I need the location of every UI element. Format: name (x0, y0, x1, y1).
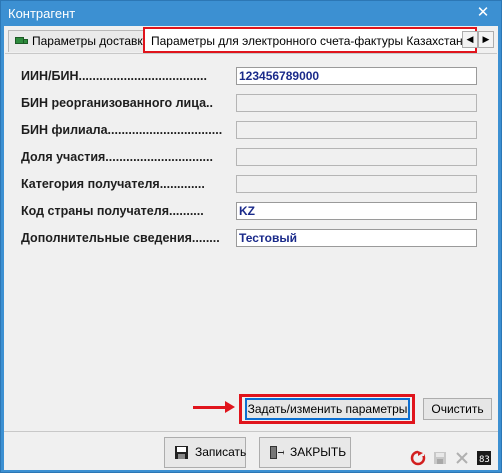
disk-icon[interactable] (432, 450, 448, 466)
tab-panel: ИИН/БИН.................................… (5, 53, 497, 428)
window-title: Контрагент (8, 6, 76, 21)
tab-delivery-params[interactable]: Параметры доставки (8, 30, 157, 52)
annotation-arrow (193, 406, 227, 409)
field-row-recipient-category: Категория получателя............. (21, 175, 481, 193)
field-label: БИН реорганизованного лица.. (21, 96, 213, 110)
iin-bin-input[interactable]: 123456789000 (236, 67, 477, 85)
annotation-arrow-head (225, 401, 235, 413)
save-button[interactable]: Записать (164, 437, 246, 468)
reorg-bin-input[interactable] (236, 94, 477, 112)
recipient-category-input[interactable] (236, 175, 477, 193)
truck-icon (15, 36, 28, 46)
exit-door-icon (270, 446, 284, 459)
save-icon (175, 446, 188, 459)
save-button-label: Записать (195, 445, 247, 459)
field-row-branch-bin: БИН филиала.............................… (21, 121, 481, 139)
clear-button[interactable]: Очистить (423, 398, 492, 420)
share-input[interactable] (236, 148, 477, 166)
country-code-input[interactable]: KZ (236, 202, 477, 220)
field-row-share: Доля участия............................… (21, 148, 481, 166)
field-row-country-code: Код страны получателя.......... KZ (21, 202, 481, 220)
tab-scroll-right-icon[interactable]: ▶ (478, 31, 494, 48)
additional-info-input[interactable]: Тестовый (236, 229, 477, 247)
counter-icon[interactable]: 83 (476, 450, 492, 466)
field-label: Категория получателя............. (21, 177, 205, 191)
window: Контрагент ✕ Параметры доставки Параметр… (0, 0, 502, 473)
field-label: Дополнительные сведения........ (21, 231, 220, 245)
field-row-additional-info: Дополнительные сведения........ Тестовый (21, 229, 481, 247)
field-row-reorg-bin: БИН реорганизованного лица.. (21, 94, 481, 112)
close-window-icon[interactable]: ✕ (473, 2, 493, 24)
cancel-icon[interactable] (454, 450, 470, 466)
field-label: ИИН/БИН.................................… (21, 69, 207, 83)
field-label: БИН филиала.............................… (21, 123, 223, 137)
tab-scroll-left-icon[interactable]: ◀ (462, 31, 478, 48)
svg-text:83: 83 (479, 455, 490, 465)
bottom-toolbar: Записать ЗАКРЫТЬ 83 (4, 431, 498, 470)
tab-strip: Параметры доставки Параметры для электро… (4, 26, 498, 53)
tab-einvoice-kz-params[interactable]: Параметры для электронного счета-фактуры… (143, 27, 478, 53)
close-button[interactable]: ЗАКРЫТЬ (259, 437, 351, 468)
status-icons: 83 (410, 450, 492, 466)
set-change-params-button[interactable]: Задать/изменить параметры (245, 398, 410, 420)
refresh-icon[interactable] (410, 450, 426, 466)
tab-scroll-buttons: ◀ ▶ (462, 31, 494, 49)
tab-label: Параметры для электронного счета-фактуры… (151, 34, 470, 48)
window-client: Параметры доставки Параметры для электро… (4, 26, 498, 470)
field-label: Код страны получателя.......... (21, 204, 204, 218)
close-button-label: ЗАКРЫТЬ (290, 445, 347, 459)
field-label: Доля участия............................… (21, 150, 213, 164)
tab-label: Параметры доставки (32, 34, 150, 48)
field-row-iin-bin: ИИН/БИН.................................… (21, 67, 481, 85)
branch-bin-input[interactable] (236, 121, 477, 139)
